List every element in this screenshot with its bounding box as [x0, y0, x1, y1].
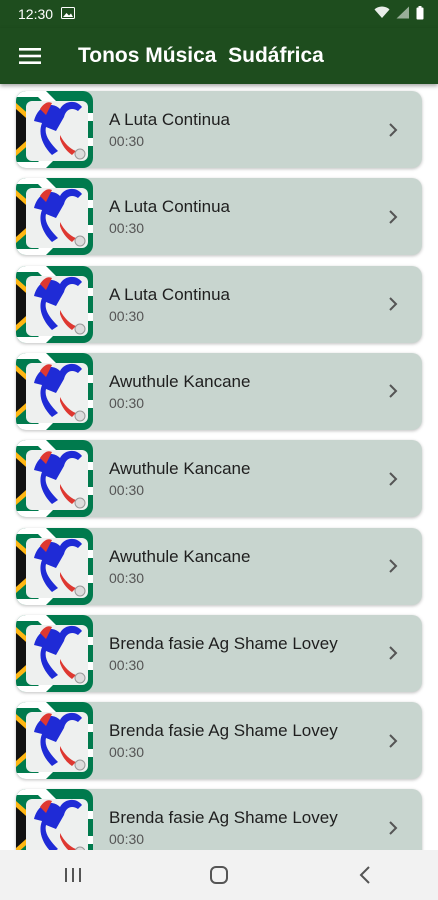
song-duration: 00:30 — [109, 307, 145, 324]
signal-icon — [396, 6, 410, 22]
song-thumbnail — [16, 352, 93, 430]
chevron-right-icon[interactable] — [378, 645, 408, 661]
song-thumbnail — [16, 91, 93, 168]
song-list-item[interactable]: Brenda fasie Ag Shame Lovey 00:30 — [16, 702, 422, 780]
song-duration: 00:30 — [109, 656, 145, 673]
song-title: Awuthule Kancane — [109, 371, 251, 391]
status-bar: 12:30 — [0, 0, 438, 28]
chevron-right-icon[interactable] — [378, 733, 408, 749]
song-list-item[interactable]: A Luta Continua 00:30 — [16, 91, 422, 168]
song-title: Awuthule Kancane — [109, 459, 251, 479]
song-thumbnail — [16, 702, 93, 780]
song-title: Brenda fasie Ag Shame Lovey — [109, 633, 338, 653]
song-title: A Luta Continua — [109, 110, 230, 129]
song-thumbnail — [16, 789, 93, 850]
song-duration: 00:30 — [109, 133, 145, 149]
chevron-right-icon[interactable] — [378, 558, 408, 574]
song-list-item[interactable]: A Luta Continua 00:30 — [16, 178, 422, 256]
app-bar: Tonos Música Sudáfrica — [0, 28, 438, 84]
song-thumbnail — [16, 178, 93, 256]
song-duration: 00:30 — [109, 394, 145, 411]
chevron-right-icon[interactable] — [378, 820, 408, 836]
song-title: Awuthule Kancane — [109, 546, 251, 566]
song-list-item[interactable]: Brenda fasie Ag Shame Lovey 00:30 — [16, 789, 422, 850]
song-list-item[interactable]: Brenda fasie Ag Shame Lovey 00:30 — [16, 614, 422, 692]
song-duration: 00:30 — [109, 744, 145, 761]
chevron-right-icon[interactable] — [378, 471, 408, 487]
page-title: Tonos Música Sudáfrica — [78, 44, 324, 67]
battery-icon — [416, 5, 424, 23]
chevron-right-icon[interactable] — [378, 209, 408, 225]
hamburger-menu-icon[interactable] — [0, 28, 60, 84]
song-duration: 00:30 — [109, 482, 145, 499]
song-thumbnail — [16, 440, 93, 518]
recents-icon[interactable] — [38, 850, 108, 900]
song-thumbnail — [16, 614, 93, 692]
song-list[interactable]: A Luta Continua 00:30 A Luta Continua 00:30… — [0, 84, 438, 850]
chevron-right-icon[interactable] — [378, 296, 408, 312]
song-title: A Luta Continua — [109, 197, 230, 217]
song-duration: 00:30 — [109, 569, 145, 586]
song-list-item[interactable]: A Luta Continua 00:30 — [16, 265, 422, 343]
song-duration: 00:30 — [109, 831, 145, 848]
song-list-item[interactable]: Awuthule Kancane 00:30 — [16, 352, 422, 430]
chevron-right-icon[interactable] — [378, 383, 408, 399]
home-icon[interactable] — [184, 850, 254, 900]
song-list-item[interactable]: Awuthule Kancane 00:30 — [16, 440, 422, 518]
wifi-icon — [374, 6, 390, 22]
song-title: A Luta Continua — [109, 284, 230, 304]
status-time: 12:30 — [18, 6, 54, 22]
chevron-right-icon[interactable] — [378, 122, 408, 138]
song-thumbnail — [16, 265, 93, 343]
song-title: Brenda fasie Ag Shame Lovey — [109, 721, 338, 741]
image-icon — [61, 6, 76, 22]
system-nav-bar — [0, 850, 438, 900]
song-thumbnail — [16, 527, 93, 605]
song-list-item[interactable]: Awuthule Kancane 00:30 — [16, 527, 422, 605]
song-title: Brenda fasie Ag Shame Lovey — [109, 808, 338, 828]
song-duration: 00:30 — [109, 220, 145, 237]
back-icon[interactable] — [330, 850, 400, 900]
